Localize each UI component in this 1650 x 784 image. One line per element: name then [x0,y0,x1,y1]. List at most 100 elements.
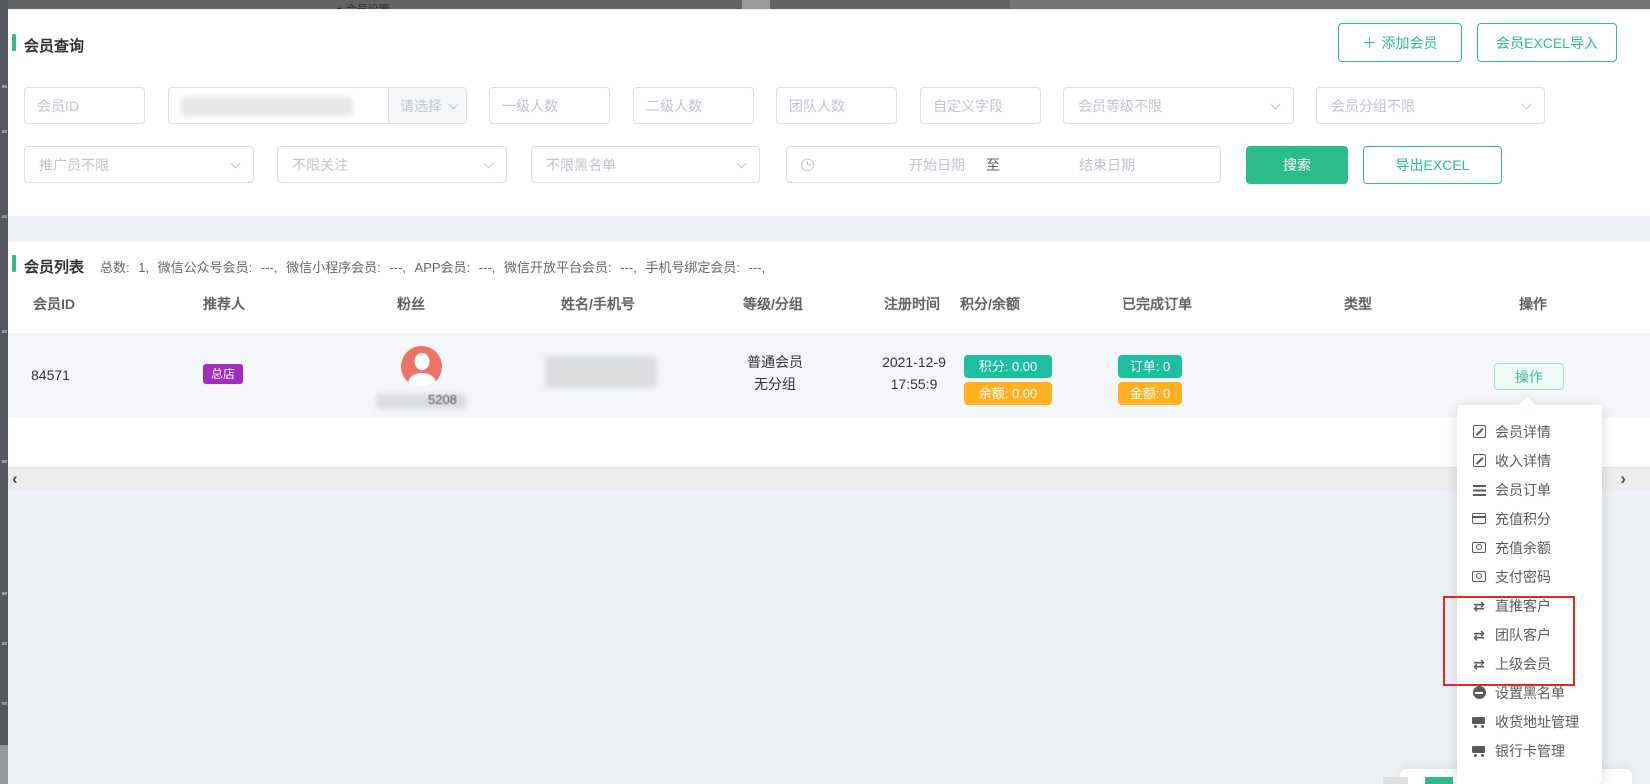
fan-name-fragment: 5208 [428,392,457,407]
col-name-phone: 姓名/手机号 [561,294,635,314]
member-group-placeholder: 会员分组不限 [1331,96,1415,116]
edit-icon [1471,454,1487,467]
member-level-select[interactable]: 会员等级不限 [1063,87,1294,124]
amount-badge: 金额: 0 [1118,382,1182,405]
points-badge: 积分: 0.00 [964,355,1052,378]
export-excel-button[interactable]: 导出EXCEL [1363,146,1502,184]
pagination-active-fragment[interactable] [1425,777,1453,784]
export-excel-label: 导出EXCEL [1396,155,1470,175]
blacklist-select[interactable]: 不限黑名单 [531,146,760,183]
excel-import-button[interactable]: 会员EXCEL导入 [1477,23,1617,62]
level-group-cell: 普通会员 无分组 [730,351,820,395]
menu-item-member-detail[interactable]: 会员详情 [1457,417,1602,446]
col-referrer: 推荐人 [203,294,245,314]
truck-icon [1471,715,1487,728]
orders-badge: 订单: 0 [1118,355,1182,378]
level2-count-input[interactable] [633,87,754,124]
col-member-id: 会员ID [33,294,75,314]
scroll-right-icon[interactable]: › [1620,468,1626,491]
member-group: 无分组 [730,373,820,395]
search-button-label: 搜索 [1283,155,1311,175]
col-level-group: 等级/分组 [743,294,803,314]
row-action-label: 操作 [1515,367,1543,387]
member-list-panel: 会员列表 总数: 1, 微信公众号会员: ---, 微信小程序会员: ---, … [8,242,1650,467]
menu-item-bankcard-management[interactable]: 银行卡管理 [1457,736,1602,765]
follow-placeholder: 不限关注 [292,155,348,175]
menu-item-recharge-points[interactable]: 充值积分 [1457,504,1602,533]
keyword-input[interactable] [169,88,388,123]
col-orders: 已完成订单 [1122,294,1192,314]
menu-item-member-orders[interactable]: 会员订单 [1457,475,1602,504]
add-member-button[interactable]: ＋ 添加会员 [1338,23,1462,62]
chevron-down-icon [1522,99,1532,109]
col-reg-time: 注册时间 [884,294,940,314]
menu-item-pay-password[interactable]: 支付密码 [1457,562,1602,591]
member-list-title: 会员列表 [24,256,84,277]
scroll-left-icon[interactable]: ‹ [12,468,18,491]
edit-icon [1471,425,1487,438]
custom-field-input[interactable] [920,87,1041,124]
horizontal-scrollbar[interactable]: ‹ › [8,467,1650,490]
section-accent-bar [12,255,16,272]
menu-item-recharge-balance[interactable]: 充值余额 [1457,533,1602,562]
level1-count-input[interactable] [489,87,610,124]
col-fans: 粉丝 [397,294,425,314]
member-id-input[interactable] [24,87,145,124]
search-panel-title: 会员查询 [24,35,84,56]
truck-icon [1471,744,1487,757]
menu-item-address-management[interactable]: 收货地址管理 [1457,707,1602,736]
fan-avatar [401,346,442,387]
banknote-icon [1471,542,1487,553]
end-date-input[interactable]: 结束日期 [1027,155,1187,175]
row-action-button[interactable]: 操作 [1494,363,1564,390]
follow-select[interactable]: 不限关注 [277,146,507,183]
date-range-picker[interactable]: 开始日期 至 结束日期 [786,146,1221,183]
col-points: 积分/余额 [960,294,1020,314]
member-search-panel: 会员查询 ＋ 添加会员 会员EXCEL导入 请选择 会员等级不限 会员分组不限 … [8,10,1650,216]
plus-icon: ＋ [1363,33,1377,53]
blacklist-placeholder: 不限黑名单 [546,155,616,175]
team-count-input[interactable] [776,87,897,124]
banknote-icon [1471,571,1487,582]
keyword-type-select[interactable]: 请选择 [388,88,466,123]
member-stats-text: 总数: 1, 微信公众号会员: ---, 微信小程序会员: ---, APP会员… [100,257,765,276]
keyword-combo-input[interactable]: 请选择 [168,87,467,124]
redacted-keyword-text [181,97,353,116]
reg-time-cell: 2021-12-9 17:55:9 [870,351,958,395]
reg-date: 2021-12-9 [870,351,958,373]
add-member-label: 添加会员 [1382,33,1438,53]
chevron-down-icon [1271,99,1281,109]
top-strip-patch [1010,0,1650,9]
row-action-dropdown: 会员详情 收入详情 会员订单 充值积分 充值余额 支付密码 ⇄ 直推客户 ⇄ 团… [1457,405,1602,784]
bank-card-icon [1471,513,1487,524]
browser-top-strip: ● 会员设置 [0,0,1650,9]
member-group-select[interactable]: 会员分组不限 [1316,87,1545,124]
member-level-placeholder: 会员等级不限 [1078,96,1162,116]
excel-import-label: 会员EXCEL导入 [1496,33,1598,53]
date-range-separator: 至 [982,155,1004,175]
menu-item-income-detail[interactable]: 收入详情 [1457,446,1602,475]
browser-tab-fragment: ● 会员设置 [336,1,390,9]
red-highlight-box [1443,596,1575,686]
blacklist-icon [1471,686,1487,699]
search-button[interactable]: 搜索 [1246,146,1348,184]
sidebar-sliver [0,0,8,784]
member-level: 普通会员 [730,351,820,373]
keyword-type-placeholder: 请选择 [400,96,442,116]
pagination-prev-fragment[interactable] [1383,777,1408,784]
chevron-down-icon [449,99,459,109]
top-strip-patch [742,0,770,9]
list-icon [1471,484,1487,496]
reg-time: 17:55:9 [870,373,958,395]
referrer-badge: 总店 [203,364,243,384]
col-type: 类型 [1344,294,1372,314]
promoter-placeholder: 推广员不限 [39,155,109,175]
col-actions: 操作 [1519,294,1547,314]
member-id-value: 84571 [31,367,70,383]
redacted-name-phone [545,356,657,388]
chevron-down-icon [231,158,241,168]
clock-icon [801,158,814,171]
chevron-down-icon [737,158,747,168]
section-accent-bar [12,34,16,51]
promoter-select[interactable]: 推广员不限 [24,146,254,183]
